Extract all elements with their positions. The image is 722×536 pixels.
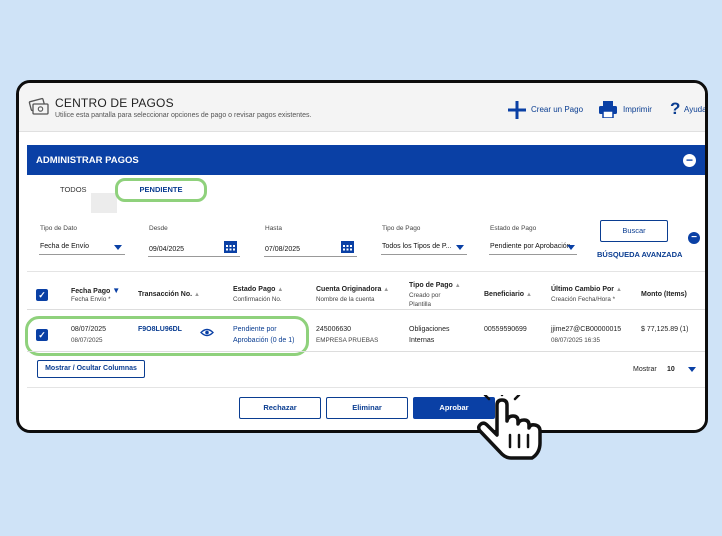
delete-button[interactable]: Eliminar: [326, 397, 408, 419]
field-underline: [264, 256, 357, 257]
chevron-down-icon[interactable]: [456, 245, 464, 250]
col-transaccion[interactable]: Transacción No. ▲: [138, 291, 200, 298]
hand-pointer-icon: [476, 395, 542, 460]
page-size-select[interactable]: 10: [667, 366, 675, 373]
collapse-filters-icon[interactable]: −: [688, 232, 700, 244]
field-underline: [381, 254, 467, 255]
cell-estado-1: Pendiente por: [233, 326, 277, 333]
filter-hasta-input[interactable]: 07/08/2025: [265, 246, 300, 253]
cell-cuenta-nombre: EMPRESA PRUEBAS: [316, 337, 379, 344]
field-underline: [39, 254, 125, 255]
chevron-down-icon[interactable]: [567, 245, 575, 250]
filter-tipo-pago-label: Tipo de Pago: [382, 225, 421, 232]
col-creacion: Creación Fecha/Hora *: [551, 296, 616, 303]
calendar-icon[interactable]: [224, 240, 237, 253]
filter-tipo-dato-label: Tipo de Dato: [40, 225, 77, 232]
filter-hasta-label: Hasta: [265, 225, 282, 232]
col-fecha-pago[interactable]: Fecha Pago ▼: [71, 286, 120, 295]
money-icon: [28, 97, 49, 115]
panel-title: ADMINISTRAR PAGOS: [36, 155, 139, 166]
toggle-columns-button[interactable]: Mostrar / Ocultar Columnas: [37, 360, 145, 378]
tab-spacer: [91, 193, 117, 213]
cell-cambio-por: jjime27@CB00000015: [551, 326, 622, 333]
cell-fecha-pago: 08/07/2025: [71, 326, 107, 333]
cell-fecha-envio: 08/07/2025: [71, 337, 103, 344]
help-link[interactable]: Ayuda: [684, 105, 705, 114]
cell-cuenta: 245006630: [316, 326, 352, 333]
col-beneficiario[interactable]: Beneficiario ▲: [484, 291, 532, 298]
cell-beneficiario: 00559590699: [484, 326, 527, 333]
col-tipo-pago[interactable]: Tipo de Pago ▲: [409, 282, 461, 289]
cell-tipo-1: Obligaciones: [409, 326, 450, 333]
help-icon[interactable]: ?: [670, 99, 680, 119]
create-payment-link[interactable]: Crear un Pago: [531, 105, 583, 114]
page-subtitle: Utilice esta pantalla para seleccionar o…: [55, 112, 312, 119]
col-nombre-cuenta: Nombre de la cuenta: [316, 296, 375, 303]
col-cuenta[interactable]: Cuenta Originadora ▲: [316, 286, 389, 293]
filter-estado-pago-label: Estado de Pago: [490, 225, 537, 232]
chevron-down-icon[interactable]: [688, 367, 696, 372]
calendar-icon[interactable]: [341, 240, 354, 253]
filter-tipo-pago-select[interactable]: Todos los Tipos de P...: [382, 243, 452, 250]
reject-button[interactable]: Rechazar: [239, 397, 321, 419]
chevron-down-icon[interactable]: [114, 245, 122, 250]
print-link[interactable]: Imprimir: [623, 105, 652, 114]
tab-todos[interactable]: TODOS: [60, 185, 87, 194]
col-creado-por: Creado por: [409, 292, 441, 299]
collapse-panel-icon[interactable]: −: [683, 154, 696, 167]
eye-icon[interactable]: [200, 328, 214, 337]
cell-estado-2: Aprobación (0 de 1): [233, 337, 295, 344]
highlight-ring: [25, 316, 309, 356]
plus-icon[interactable]: [508, 101, 526, 119]
filter-estado-pago-select[interactable]: Pendiente por Aprobación: [490, 243, 571, 250]
field-underline: [489, 254, 577, 255]
filter-tipo-dato-select[interactable]: Fecha de Envío: [40, 243, 89, 250]
page-title: CENTRO DE PAGOS: [55, 96, 174, 110]
col-confirmacion: Confirmación No.: [233, 296, 282, 303]
advanced-search-link[interactable]: BÚSQUEDA AVANZADA: [597, 250, 682, 259]
cell-creacion: 08/07/2025 16:35: [551, 337, 601, 344]
col-plantilla: Plantilla: [409, 301, 432, 308]
filter-desde-label: Desde: [149, 225, 168, 232]
col-monto[interactable]: Monto (Items): [641, 291, 687, 298]
cell-tipo-2: Internas: [409, 337, 435, 344]
col-ultimo-cambio[interactable]: Último Cambio Por ▲: [551, 286, 622, 293]
divider: [27, 309, 705, 310]
printer-icon[interactable]: [599, 101, 617, 118]
col-fecha-envio: Fecha Envío *: [71, 296, 111, 303]
cell-transaccion-link[interactable]: F9O8LU96DL: [138, 326, 182, 333]
divider: [27, 271, 705, 272]
app-window: CENTRO DE PAGOS Utilice esta pantalla pa…: [16, 80, 708, 433]
divider: [27, 351, 705, 352]
row-checkbox[interactable]: ✓: [36, 329, 48, 341]
field-underline: [148, 256, 240, 257]
tab-pendiente[interactable]: PENDIENTE: [115, 178, 207, 202]
show-label: Mostrar: [633, 366, 657, 373]
cell-monto: $ 77,125.89 (1): [641, 326, 689, 333]
select-all-checkbox[interactable]: ✓: [36, 289, 48, 301]
filter-desde-input[interactable]: 09/04/2025: [149, 246, 184, 253]
search-button[interactable]: Buscar: [600, 220, 668, 242]
col-estado-pago[interactable]: Estado Pago ▲: [233, 286, 283, 293]
